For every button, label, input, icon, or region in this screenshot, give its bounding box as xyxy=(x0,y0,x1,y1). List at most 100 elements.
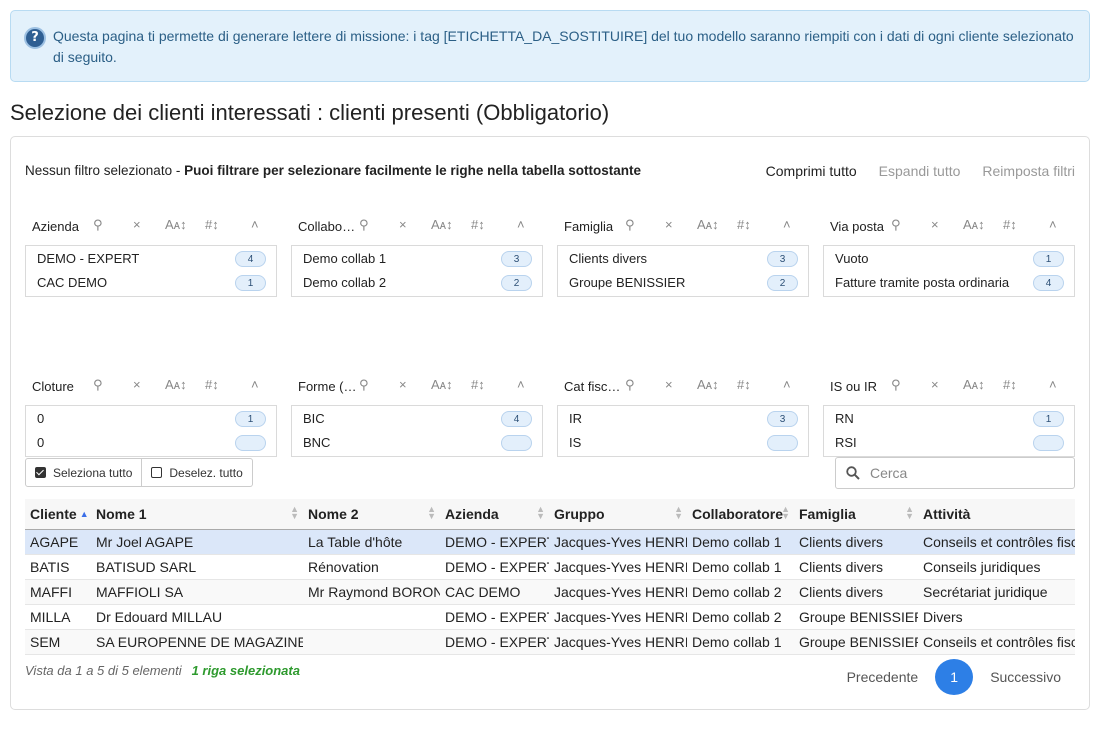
table-cell: Mr Joel AGAPE xyxy=(91,529,303,555)
pane-title: Via posta xyxy=(830,219,884,234)
pane-clear-icon[interactable]: × xyxy=(931,217,939,232)
pane-sort-number-icon[interactable]: #↕ xyxy=(1003,217,1017,232)
pane-option[interactable]: Demo collab 2 2 xyxy=(292,271,542,295)
pane-sort-alpha-icon[interactable]: Aᴀ↕ xyxy=(963,217,985,232)
table-row[interactable]: MAFFI MAFFIOLI SA Mr Raymond BORON CAC DEMO… xyxy=(25,579,1075,605)
pane-collapse-icon[interactable]: ˄ xyxy=(517,217,525,232)
pane-search-icon[interactable]: ⚲ xyxy=(359,377,369,393)
table-cell: Dr Edouard MILLAU xyxy=(91,604,303,630)
pane-search-icon[interactable]: ⚲ xyxy=(891,377,901,393)
column-header[interactable]: Famiglia ▲ ▼ xyxy=(794,499,918,530)
deselect-all-button[interactable]: Deselez. tutto xyxy=(142,458,253,487)
pane-clear-icon[interactable]: × xyxy=(399,377,407,392)
pane-sort-number-icon[interactable]: #↕ xyxy=(737,377,751,392)
pane-option[interactable]: RN 1 xyxy=(824,407,1074,431)
pane-clear-icon[interactable]: × xyxy=(133,377,141,392)
pane-collapse-icon[interactable]: ˄ xyxy=(1049,377,1057,392)
pane-search-icon[interactable]: ⚲ xyxy=(93,217,103,233)
pane-sort-number-icon[interactable]: #↕ xyxy=(205,217,219,232)
column-header[interactable]: Gruppo ▲ ▼ xyxy=(549,499,687,530)
pane-collapse-icon[interactable]: ˄ xyxy=(783,377,791,392)
pane-collapse-icon[interactable]: ˄ xyxy=(251,377,259,392)
pane-clear-icon[interactable]: × xyxy=(665,377,673,392)
table-row[interactable]: SEM SA EUROPENNE DE MAGAZINES DEMO - EXPER… xyxy=(25,629,1075,655)
table-info: Vista da 1 a 5 di 5 elementi 1 riga selez… xyxy=(25,663,300,678)
pane-sort-number-icon[interactable]: #↕ xyxy=(471,217,485,232)
pane-option[interactable]: DEMO - EXPERT 4 xyxy=(26,247,276,271)
pane-option[interactable]: Fatture tramite posta ordinaria 4 xyxy=(824,271,1074,295)
pane-option[interactable]: Clients divers 3 xyxy=(558,247,808,271)
search-input[interactable] xyxy=(868,464,1058,482)
pane-search-icon[interactable]: ⚲ xyxy=(625,217,635,233)
column-header[interactable]: Cliente ▲ xyxy=(25,499,91,530)
pane-sort-alpha-icon[interactable]: Aᴀ↕ xyxy=(165,217,187,232)
table-cell: Mr Raymond BORON xyxy=(303,579,440,605)
table-cell: Demo collab 1 xyxy=(687,529,794,555)
pane-option-label: BNC xyxy=(303,435,331,450)
table-cell: La Table d'hôte xyxy=(303,529,440,555)
column-header[interactable]: Attività xyxy=(918,499,1075,530)
pane-clear-icon[interactable]: × xyxy=(665,217,673,232)
pane-search-icon[interactable]: ⚲ xyxy=(891,217,901,233)
column-header[interactable]: Azienda ▲ ▼ xyxy=(440,499,549,530)
table-header-row: Cliente ▲ Nome 1 ▲ ▼ Nome 2 ▲ ▼ Azienda ▲ ▼ Gruppo ▲… xyxy=(25,499,1075,530)
pane-sort-alpha-icon[interactable]: Aᴀ↕ xyxy=(697,377,719,392)
sort-icon: ▲ ▼ xyxy=(781,504,790,521)
pane-clear-icon[interactable]: × xyxy=(931,377,939,392)
expand-all-button[interactable]: Espandi tutto xyxy=(879,163,961,179)
pane-sort-number-icon[interactable]: #↕ xyxy=(471,377,485,392)
column-header[interactable]: Nome 1 ▲ ▼ xyxy=(91,499,303,530)
pane-option[interactable]: 01 xyxy=(26,407,276,431)
pane-option[interactable]: BNC xyxy=(292,431,542,455)
table-cell: Secrétariat juridique xyxy=(918,579,1075,605)
pane-sort-alpha-icon[interactable]: Aᴀ↕ xyxy=(165,377,187,392)
sort-icon: ▲ ▼ xyxy=(536,504,545,521)
table-cell: Jacques-Yves HENRI xyxy=(549,529,687,555)
pane-collapse-icon[interactable]: ˄ xyxy=(783,217,791,232)
reset-filters-button[interactable]: Reimposta filtri xyxy=(982,163,1075,179)
pane-collapse-icon[interactable]: ˄ xyxy=(251,217,259,232)
pane-option[interactable]: Vuoto 1 xyxy=(824,247,1074,271)
pane-option[interactable]: CAC DEMO 1 xyxy=(26,271,276,295)
pane-title: IS ou IR xyxy=(830,379,877,394)
pane-option[interactable]: Groupe BENISSIER 2 xyxy=(558,271,808,295)
next-page-button[interactable]: Successivo xyxy=(990,669,1061,685)
pane-sort-alpha-icon[interactable]: Aᴀ↕ xyxy=(431,217,453,232)
pane-clear-icon[interactable]: × xyxy=(133,217,141,232)
pane-sort-number-icon[interactable]: #↕ xyxy=(205,377,219,392)
table-row[interactable]: AGAPE Mr Joel AGAPE La Table d'hôte DEMO - … xyxy=(25,529,1075,555)
search-pane: Azienda ⚲ × Aᴀ↕ #↕ ˄ DEMO - EXPERT 4 CAC DEMO 1 xyxy=(25,215,277,297)
column-header[interactable]: Nome 2 ▲ ▼ xyxy=(303,499,440,530)
search-pane: Famiglia ⚲ × Aᴀ↕ #↕ ˄ Clients divers 3 Groupe BE… xyxy=(557,215,809,297)
pane-option[interactable]: 0 xyxy=(26,431,276,455)
collapse-all-button[interactable]: Comprimi tutto xyxy=(766,163,857,179)
pane-collapse-icon[interactable]: ˄ xyxy=(1049,217,1057,232)
pane-option[interactable]: Demo collab 1 3 xyxy=(292,247,542,271)
column-header[interactable]: Collaboratore ▲ ▼ xyxy=(687,499,794,530)
filter-status: Nessun filtro selezionato - xyxy=(25,163,185,178)
pane-sort-alpha-icon[interactable]: Aᴀ↕ xyxy=(431,377,453,392)
select-all-button[interactable]: Seleziona tutto xyxy=(25,458,143,487)
pane-option-label: IR xyxy=(569,411,582,426)
table-cell: Clients divers xyxy=(794,529,918,555)
pane-option[interactable]: BIC 4 xyxy=(292,407,542,431)
page-1-button[interactable]: 1 xyxy=(935,659,974,695)
pane-collapse-icon[interactable]: ˄ xyxy=(517,377,525,392)
pane-search-icon[interactable]: ⚲ xyxy=(359,217,369,233)
previous-page-button[interactable]: Precedente xyxy=(847,669,919,685)
table-row[interactable]: MILLA Dr Edouard MILLAU DEMO - EXPERT Jacqu… xyxy=(25,604,1075,630)
pane-option[interactable]: IS xyxy=(558,431,808,455)
pane-sort-number-icon[interactable]: #↕ xyxy=(1003,377,1017,392)
pane-search-icon[interactable]: ⚲ xyxy=(625,377,635,393)
pane-clear-icon[interactable]: × xyxy=(399,217,407,232)
pane-option[interactable]: RSI xyxy=(824,431,1074,455)
table-row[interactable]: BATIS BATISUD SARL Rénovation DEMO - EXPERT… xyxy=(25,554,1075,580)
pane-sort-alpha-icon[interactable]: Aᴀ↕ xyxy=(697,217,719,232)
pane-sort-number-icon[interactable]: #↕ xyxy=(737,217,751,232)
pane-search-icon[interactable]: ⚲ xyxy=(93,377,103,393)
pane-title: Cat fiscale xyxy=(564,379,624,394)
pane-title: Cloture xyxy=(32,379,74,394)
pane-option[interactable]: IR 3 xyxy=(558,407,808,431)
pane-header: Collaboratore⚲ × Aᴀ↕ #↕ ˄ xyxy=(291,215,543,237)
pane-sort-alpha-icon[interactable]: Aᴀ↕ xyxy=(963,377,985,392)
